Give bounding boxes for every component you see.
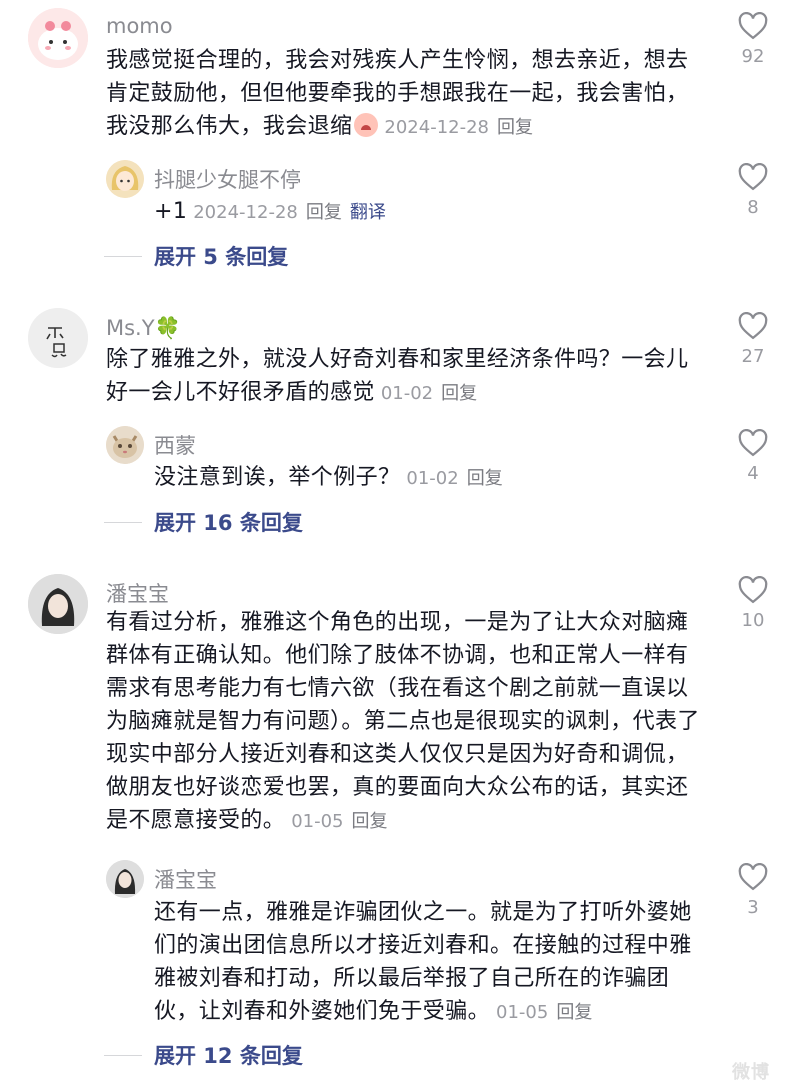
- avatar-cartoon-icon: [28, 8, 88, 68]
- reply-button[interactable]: 回复: [497, 117, 533, 138]
- heart-icon: [738, 429, 768, 457]
- like-button[interactable]: 10: [730, 576, 776, 631]
- divider: [104, 1054, 142, 1056]
- reply-button[interactable]: 回复: [556, 1002, 592, 1023]
- heart-icon: [738, 576, 768, 604]
- heart-icon: [738, 312, 768, 340]
- avatar[interactable]: [28, 308, 88, 368]
- reply-username[interactable]: 潘宝宝: [154, 864, 217, 894]
- like-button[interactable]: 92: [730, 12, 776, 67]
- expand-replies-label: 展开 16 条回复: [154, 511, 303, 535]
- comment-text: 除了雅雅之外，就没人好奇刘春和家里经济条件吗？一会儿好一会儿不好很矛盾的感觉 01…: [106, 343, 706, 410]
- crying-face-icon: [354, 113, 379, 137]
- reply-date: 01-02: [406, 468, 459, 489]
- avatar[interactable]: [106, 426, 144, 464]
- avatar-cat-icon: [106, 426, 144, 464]
- comment-text: 有看过分析，雅雅这个角色的出现，一是为了让大众对脑瘫群体有正确认知。他们除了肢体…: [106, 606, 706, 838]
- reply-button[interactable]: 回复: [467, 468, 503, 489]
- reply-body: +1: [154, 199, 188, 224]
- avatar[interactable]: [28, 574, 88, 634]
- comment-username[interactable]: 潘宝宝: [106, 578, 169, 608]
- divider: [104, 521, 142, 523]
- expand-replies-button[interactable]: 展开 5 条回复: [104, 241, 288, 271]
- watermark: 微博: [732, 1062, 770, 1083]
- like-count: 4: [747, 463, 759, 484]
- reply-date: 01-05: [496, 1002, 549, 1023]
- comment-text: 我感觉挺合理的，我会对残疾人产生怜悯，想去亲近，想去肯定鼓励他，但但他要牵我的手…: [106, 44, 706, 144]
- avatar-calligraphy-icon: [28, 308, 88, 368]
- reply-button[interactable]: 回复: [441, 383, 477, 404]
- reply-text: +1 2024-12-28 回复 翻译: [154, 195, 702, 229]
- reply-text: 还有一点，雅雅是诈骗团伙之一。就是为了打听外婆她们的演出团信息所以才接近刘春和。…: [154, 896, 702, 1029]
- reply-date: 2024-12-28: [193, 202, 298, 223]
- like-button[interactable]: 3: [730, 863, 776, 918]
- like-count: 3: [747, 897, 759, 918]
- avatar[interactable]: [106, 860, 144, 898]
- like-count: 92: [741, 46, 765, 67]
- reply-text: 没注意到诶，举个例子？ 01-02 回复: [154, 461, 702, 495]
- comment-body: 有看过分析，雅雅这个角色的出现，一是为了让大众对脑瘫群体有正确认知。他们除了肢体…: [106, 610, 700, 833]
- like-button[interactable]: 8: [730, 163, 776, 218]
- avatar-portrait-icon: [106, 860, 144, 898]
- heart-icon: [738, 863, 768, 891]
- like-count: 10: [741, 610, 765, 631]
- expand-replies-button[interactable]: 展开 16 条回复: [104, 507, 303, 537]
- comment-date: 01-02: [380, 383, 434, 404]
- comment-feed: momo 我感觉挺合理的，我会对残疾人产生怜悯，想去亲近，想去肯定鼓励他，但但他…: [0, 0, 786, 1090]
- comment-date: 01-05: [291, 811, 344, 832]
- expand-replies-label: 展开 12 条回复: [154, 1044, 303, 1068]
- reply-body: 没注意到诶，举个例子？: [154, 465, 401, 490]
- heart-icon: [738, 12, 768, 40]
- divider: [104, 255, 142, 257]
- avatar-girl-icon: [106, 160, 144, 198]
- avatar-portrait-icon: [28, 574, 88, 634]
- reply-button[interactable]: 回复: [352, 811, 388, 832]
- comment-date: 2024-12-28: [384, 117, 490, 138]
- avatar[interactable]: [106, 160, 144, 198]
- like-count: 8: [747, 197, 759, 218]
- reply-button[interactable]: 回复: [306, 202, 342, 223]
- reply-body: 还有一点，雅雅是诈骗团伙之一。就是为了打听外婆她们的演出团信息所以才接近刘春和。…: [154, 900, 692, 1024]
- like-count: 27: [741, 346, 765, 367]
- comment-username[interactable]: momo: [106, 14, 173, 38]
- like-button[interactable]: 27: [730, 312, 776, 367]
- heart-icon: [738, 163, 768, 191]
- like-button[interactable]: 4: [730, 429, 776, 484]
- expand-replies-button[interactable]: 展开 12 条回复: [104, 1040, 303, 1070]
- comment-username[interactable]: Ms.Y🍀: [106, 316, 181, 341]
- avatar[interactable]: [28, 8, 88, 68]
- reply-username[interactable]: 西蒙: [154, 430, 196, 460]
- reply-username[interactable]: 抖腿少女腿不停: [154, 164, 301, 194]
- translate-button[interactable]: 翻译: [350, 202, 386, 223]
- expand-replies-label: 展开 5 条回复: [154, 245, 289, 269]
